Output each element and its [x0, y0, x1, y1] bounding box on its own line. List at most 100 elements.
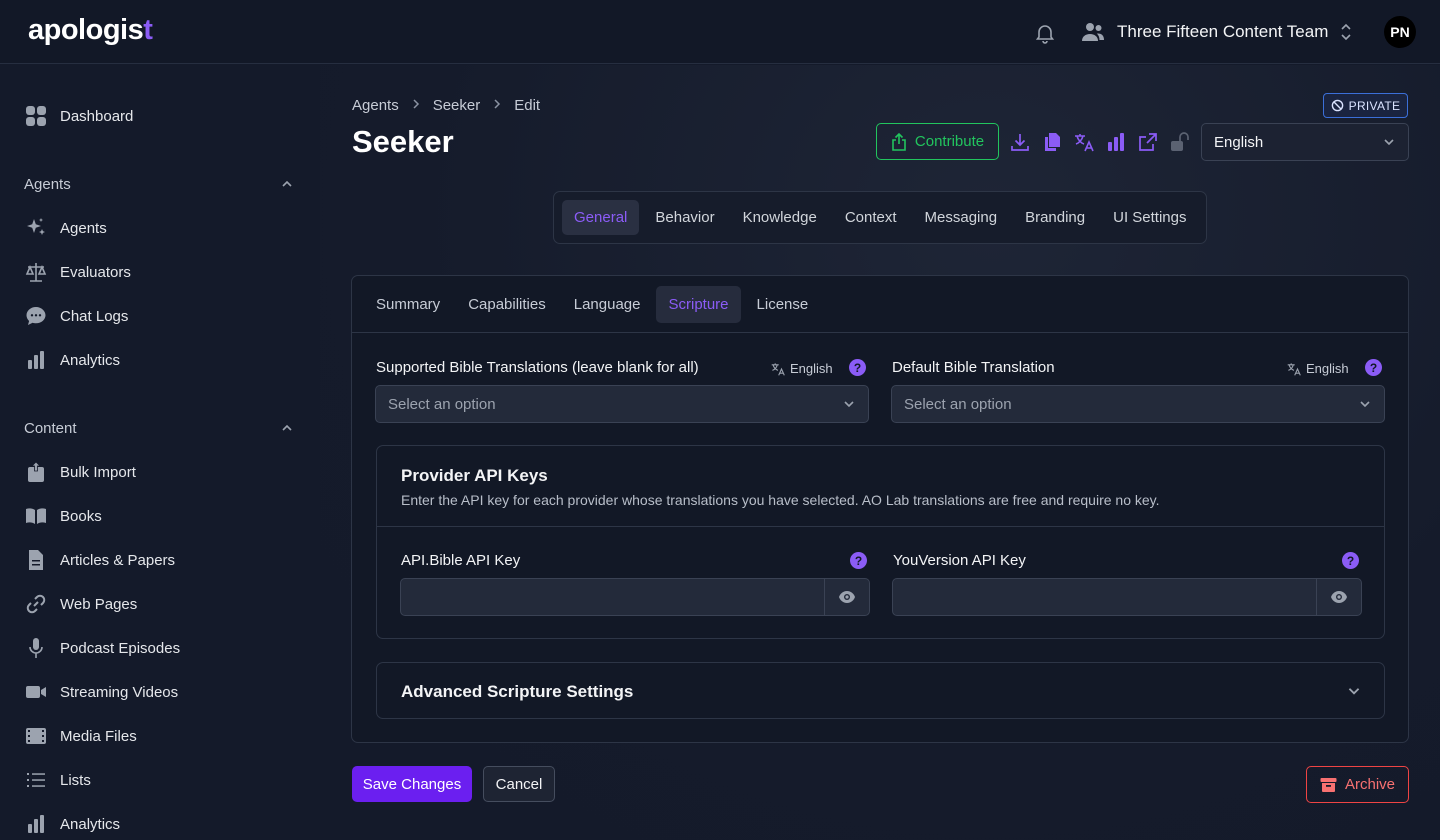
- sidebar-item-books[interactable]: Books: [24, 502, 102, 530]
- chevron-up-icon: [282, 180, 292, 187]
- link-icon: [24, 592, 48, 616]
- team-icon: [1082, 23, 1104, 41]
- help-icon[interactable]: ?: [850, 552, 867, 569]
- subtab-scripture[interactable]: Scripture: [656, 285, 741, 323]
- sidebar-item-bulk-import[interactable]: Bulk Import: [24, 458, 136, 486]
- sidebar-item-streaming-videos[interactable]: Streaming Videos: [24, 678, 178, 706]
- tab-ui-settings[interactable]: UI Settings: [1101, 200, 1198, 235]
- api-bible-key-input[interactable]: [400, 578, 870, 616]
- eye-icon[interactable]: [1316, 579, 1361, 615]
- sidebar-item-podcast-episodes[interactable]: Podcast Episodes: [24, 634, 180, 662]
- help-icon[interactable]: ?: [849, 359, 866, 376]
- supported-lang-hint: English: [771, 361, 833, 376]
- default-translation-label: Default Bible Translation: [892, 359, 1055, 376]
- provider-api-keys-header: Provider API Keys Enter the API key for …: [377, 446, 1384, 527]
- breadcrumb: Agents Seeker Edit: [352, 97, 540, 114]
- save-changes-button[interactable]: Save Changes: [352, 766, 472, 802]
- document-icon: [24, 548, 48, 572]
- sidebar-item-web-pages[interactable]: Web Pages: [24, 590, 137, 618]
- book-icon: [24, 504, 48, 528]
- bell-icon[interactable]: [1033, 21, 1057, 45]
- supported-translations-select[interactable]: Select an option: [375, 385, 869, 423]
- subtab-summary[interactable]: Summary: [364, 286, 452, 323]
- translate-icon[interactable]: [1074, 132, 1094, 152]
- chevron-right-icon: [411, 97, 421, 114]
- chevron-down-icon: [844, 401, 854, 408]
- sidebar-item-agents[interactable]: Agents: [24, 214, 107, 242]
- help-icon[interactable]: ?: [1365, 359, 1382, 376]
- api-bible-key-label: API.Bible API Key: [401, 552, 521, 569]
- video-camera-icon: [24, 680, 48, 704]
- external-link-icon[interactable]: [1138, 132, 1158, 152]
- subtab-license[interactable]: License: [745, 286, 821, 323]
- analytics-icon[interactable]: [1106, 132, 1126, 152]
- breadcrumb-edit: Edit: [514, 97, 541, 114]
- bar-chart-icon: [24, 812, 48, 836]
- youversion-key-input[interactable]: [892, 578, 1362, 616]
- chevron-updown-icon[interactable]: [1338, 22, 1354, 42]
- default-translation-select[interactable]: Select an option: [891, 385, 1385, 423]
- sidebar-item-content-analytics[interactable]: Analytics: [24, 810, 120, 838]
- chat-bubble-icon: [24, 304, 48, 328]
- chevron-up-icon: [282, 424, 292, 431]
- tab-knowledge[interactable]: Knowledge: [731, 200, 829, 235]
- sidebar-section-agents[interactable]: Agents: [24, 172, 294, 196]
- sidebar-item-dashboard[interactable]: Dashboard: [24, 102, 133, 130]
- default-lang-hint: English: [1287, 361, 1349, 376]
- team-switcher[interactable]: Three Fifteen Content Team: [1117, 22, 1328, 42]
- sidebar-item-media-files[interactable]: Media Files: [24, 722, 137, 750]
- archive-button[interactable]: Archive: [1306, 766, 1409, 803]
- page-title: Seeker: [352, 124, 454, 159]
- top-bar: apologist Three Fifteen Content Team PN: [0, 0, 1440, 64]
- advanced-scripture-settings[interactable]: Advanced Scripture Settings: [376, 662, 1385, 719]
- eye-icon[interactable]: [824, 579, 869, 615]
- bar-chart-icon: [24, 348, 48, 372]
- chevron-right-icon: [492, 97, 502, 114]
- list-icon: [24, 768, 48, 792]
- sidebar-item-agent-analytics[interactable]: Analytics: [24, 346, 120, 374]
- microphone-icon: [24, 636, 48, 660]
- supported-translations-label: Supported Bible Translations (leave blan…: [376, 359, 699, 376]
- tab-branding[interactable]: Branding: [1013, 200, 1097, 235]
- sidebar-section-content[interactable]: Content: [24, 416, 294, 440]
- sidebar-item-lists[interactable]: Lists: [24, 766, 91, 794]
- chevron-down-icon: [1384, 139, 1394, 146]
- translate-icon: [771, 362, 785, 376]
- main-tabs: General Behavior Knowledge Context Messa…: [553, 191, 1207, 244]
- film-icon: [24, 724, 48, 748]
- avatar[interactable]: PN: [1384, 16, 1416, 48]
- sparkles-icon: [24, 216, 48, 240]
- download-icon[interactable]: [1010, 132, 1030, 152]
- tab-messaging[interactable]: Messaging: [913, 200, 1010, 235]
- privacy-badge: PRIVATE: [1323, 93, 1408, 118]
- tab-context[interactable]: Context: [833, 200, 909, 235]
- sidebar-item-evaluators[interactable]: Evaluators: [24, 258, 131, 286]
- provider-api-keys-description: Enter the API key for each provider whos…: [401, 492, 1160, 508]
- upload-icon: [24, 460, 48, 484]
- share-upload-icon: [892, 132, 906, 151]
- app-logo[interactable]: apologist: [28, 14, 153, 47]
- sidebar-item-chat-logs[interactable]: Chat Logs: [24, 302, 128, 330]
- scale-icon: [24, 260, 48, 284]
- tab-general[interactable]: General: [562, 200, 640, 235]
- breadcrumb-seeker[interactable]: Seeker: [433, 97, 481, 114]
- cancel-button[interactable]: Cancel: [483, 766, 555, 802]
- translate-icon: [1287, 362, 1301, 376]
- subtab-language[interactable]: Language: [562, 286, 653, 323]
- language-select[interactable]: English: [1201, 123, 1409, 161]
- breadcrumb-agents[interactable]: Agents: [352, 97, 399, 114]
- copy-icon[interactable]: [1042, 132, 1062, 152]
- contribute-button[interactable]: Contribute: [876, 123, 999, 160]
- sidebar-item-articles-papers[interactable]: Articles & Papers: [24, 546, 175, 574]
- provider-api-keys-title: Provider API Keys: [401, 466, 548, 485]
- chevron-down-icon: [1360, 401, 1370, 408]
- help-icon[interactable]: ?: [1342, 552, 1359, 569]
- chevron-down-icon: [1348, 688, 1360, 695]
- subtab-capabilities[interactable]: Capabilities: [456, 286, 558, 323]
- provider-api-keys-section: Provider API Keys Enter the API key for …: [376, 445, 1385, 639]
- lock-open-icon[interactable]: [1170, 132, 1190, 152]
- grid-icon: [24, 104, 48, 128]
- ban-icon: [1331, 99, 1343, 112]
- tab-behavior[interactable]: Behavior: [643, 200, 726, 235]
- settings-card: Summary Capabilities Language Scripture …: [351, 275, 1409, 743]
